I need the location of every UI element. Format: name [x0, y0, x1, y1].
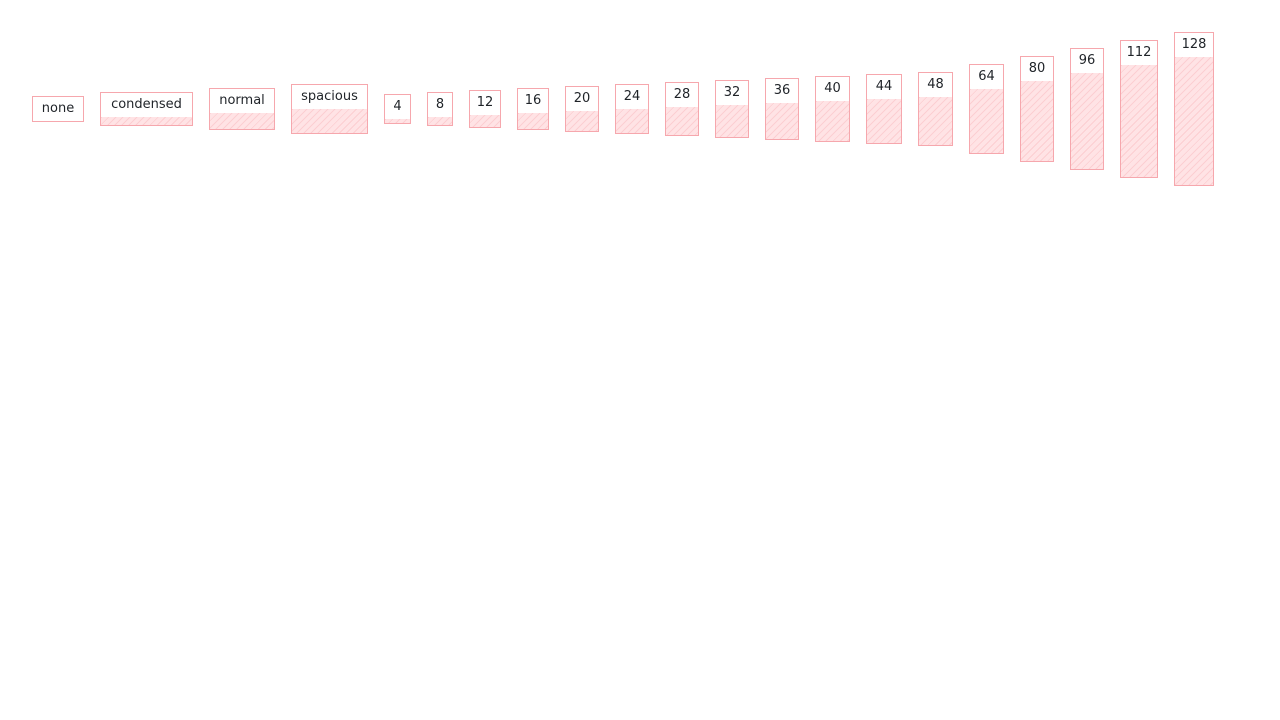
- spacing-token-condensed: condensed: [100, 92, 193, 126]
- spacing-token-fill: [1121, 65, 1157, 177]
- spacing-token-fill: [1175, 57, 1213, 185]
- spacing-token-row: none condensed normal spacious 4 8 12 16 20 24 28 3…: [0, 0, 1280, 720]
- spacing-token-label: 44: [875, 79, 893, 94]
- spacing-token-fill: [101, 117, 192, 125]
- spacing-token-label: none: [41, 101, 75, 116]
- spacing-token-label: 40: [824, 81, 841, 96]
- spacing-token-label: 4: [393, 99, 402, 114]
- spacing-token-112: 112: [1120, 40, 1158, 178]
- spacing-token-normal: normal: [209, 88, 275, 130]
- spacing-token-fill: [566, 111, 598, 131]
- spacing-token-80: 80: [1020, 56, 1054, 162]
- spacing-token-label: 64: [978, 69, 995, 84]
- spacing-token-40: 40: [815, 76, 850, 142]
- spacing-token-label: 36: [773, 83, 791, 98]
- spacing-token-label: 48: [927, 77, 944, 92]
- spacing-token-fill: [518, 113, 548, 129]
- spacing-token-64: 64: [969, 64, 1004, 154]
- spacing-token-fill: [1021, 81, 1053, 161]
- spacing-token-spacious: spacious: [291, 84, 368, 134]
- spacing-token-48: 48: [918, 72, 953, 146]
- spacing-token-24: 24: [615, 84, 649, 134]
- spacing-token-label: 12: [476, 95, 494, 110]
- spacing-token-label: 128: [1181, 37, 1207, 52]
- spacing-token-label: 16: [524, 93, 542, 108]
- spacing-token-20: 20: [565, 86, 599, 132]
- spacing-token-label: 112: [1126, 45, 1152, 60]
- spacing-token-28: 28: [665, 82, 699, 136]
- spacing-token-fill: [816, 101, 849, 141]
- spacing-token-fill: [428, 117, 452, 125]
- spacing-token-none: none: [32, 96, 84, 122]
- spacing-token-44: 44: [866, 74, 902, 144]
- spacing-token-label: 96: [1078, 53, 1096, 68]
- spacing-token-fill: [766, 103, 798, 139]
- spacing-token-fill: [919, 97, 952, 145]
- spacing-token-label: 32: [723, 85, 741, 100]
- spacing-token-fill: [970, 89, 1003, 153]
- spacing-token-fill: [385, 119, 410, 123]
- spacing-token-4: 4: [384, 94, 411, 124]
- spacing-token-label: spacious: [301, 89, 358, 104]
- spacing-token-fill: [210, 113, 274, 129]
- spacing-token-16: 16: [517, 88, 549, 130]
- spacing-token-32: 32: [715, 80, 749, 138]
- spacing-token-fill: [716, 105, 748, 137]
- spacing-token-12: 12: [469, 90, 501, 128]
- spacing-token-label: 20: [573, 91, 591, 106]
- spacing-token-label: normal: [219, 93, 265, 108]
- spacing-token-fill: [867, 99, 901, 143]
- spacing-token-36: 36: [765, 78, 799, 140]
- spacing-token-128: 128: [1174, 32, 1214, 186]
- spacing-token-fill: [470, 115, 500, 127]
- spacing-token-label: 8: [435, 97, 445, 112]
- spacing-token-label: 24: [623, 89, 641, 104]
- spacing-token-8: 8: [427, 92, 453, 126]
- spacing-token-96: 96: [1070, 48, 1104, 170]
- spacing-token-fill: [616, 109, 648, 133]
- spacing-token-fill: [292, 109, 367, 133]
- spacing-token-fill: [1071, 73, 1103, 169]
- spacing-token-label: 28: [673, 87, 691, 102]
- spacing-token-fill: [666, 107, 698, 135]
- spacing-token-label: 80: [1028, 61, 1046, 76]
- spacing-token-label: condensed: [111, 97, 182, 112]
